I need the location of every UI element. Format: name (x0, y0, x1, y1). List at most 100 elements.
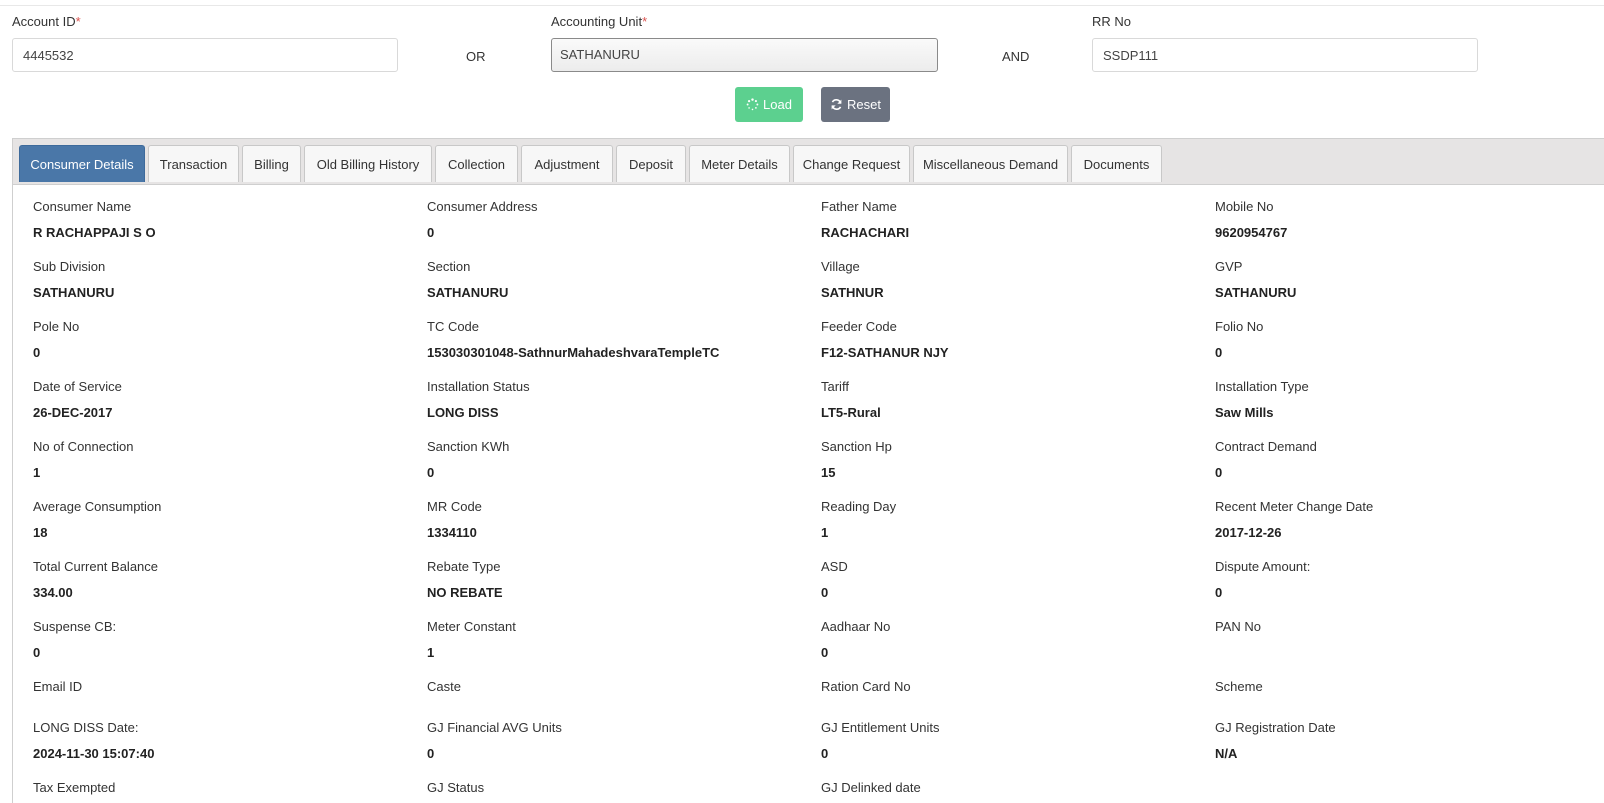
detail-value: Saw Mills (1215, 405, 1274, 420)
detail-label: Suspense CB: (33, 619, 117, 634)
or-label: OR (466, 49, 486, 64)
detail-label: Feeder Code (821, 319, 897, 334)
detail-value: 0 (1215, 585, 1223, 600)
detail-value: 0 (1215, 465, 1223, 480)
accounting-unit-select[interactable]: SATHANURU (551, 38, 938, 72)
detail-value: 1 (821, 525, 829, 540)
detail-value: 2024-11-30 15:07:40 (33, 746, 155, 761)
detail-label: Reading Day (821, 499, 897, 514)
account-id-input[interactable] (12, 38, 398, 72)
rr-no-label: RR No (1092, 14, 1132, 29)
detail-value: R RACHAPPAJI S O (33, 225, 156, 240)
tab-billing[interactable]: Billing (242, 145, 301, 182)
detail-value: 0 (427, 225, 435, 240)
detail-label: Village (821, 259, 860, 274)
detail-label: Installation Status (427, 379, 530, 394)
detail-value: SATHANURU (33, 285, 115, 300)
tab-adjustment[interactable]: Adjustment (521, 145, 613, 182)
tab-transaction[interactable]: Transaction (148, 145, 239, 182)
tab-deposit[interactable]: Deposit (616, 145, 686, 182)
detail-label: GVP (1215, 259, 1243, 274)
required-mark: * (642, 14, 648, 29)
detail-label: Mobile No (1215, 199, 1274, 214)
detail-value: 1 (33, 465, 41, 480)
tab-meter-details[interactable]: Meter Details (689, 145, 790, 182)
detail-label: MR Code (427, 499, 482, 514)
tab-label: Change Request (802, 156, 901, 172)
detail-label: Folio No (1215, 319, 1264, 334)
detail-label: Ration Card No (821, 679, 911, 694)
detail-value: F12-SATHANUR NJY (821, 345, 949, 360)
detail-label: Tax Exempted (33, 780, 116, 795)
tab-old-billing-history[interactable]: Old Billing History (304, 145, 432, 182)
detail-label: Section (427, 259, 471, 274)
detail-label: Contract Demand (1215, 439, 1317, 454)
spinner-icon (746, 98, 759, 111)
detail-label: Consumer Name (33, 199, 132, 214)
detail-value: 2017-12-26 (1215, 525, 1282, 540)
tab-label: Documents (1083, 156, 1150, 172)
detail-label: Tariff (821, 379, 849, 394)
detail-value: 0 (821, 585, 829, 600)
tab-label: Adjustment (534, 156, 600, 172)
tab-label: Consumer Details (30, 156, 134, 172)
detail-label: Recent Meter Change Date (1215, 499, 1374, 514)
detail-value: 0 (1215, 345, 1223, 360)
detail-value: SATHNUR (821, 285, 884, 300)
detail-value: 18 (33, 525, 48, 540)
detail-label: PAN No (1215, 619, 1261, 634)
detail-label: GJ Financial AVG Units (427, 720, 562, 735)
detail-label: Aadhaar No (821, 619, 891, 634)
rr-no-input[interactable] (1092, 38, 1478, 72)
tab-documents[interactable]: Documents (1071, 145, 1162, 182)
load-button[interactable]: Load (735, 87, 803, 122)
detail-label: No of Connection (33, 439, 134, 454)
detail-value: 1334110 (427, 525, 477, 540)
tab-change-request[interactable]: Change Request (793, 145, 910, 182)
detail-label: Caste (427, 679, 461, 694)
detail-value: 9620954767 (1215, 225, 1288, 240)
detail-value: 26-DEC-2017 (33, 405, 113, 420)
tab-bar: Consumer Details Transaction Billing Old… (13, 139, 1604, 185)
detail-value: 0 (427, 746, 435, 761)
detail-label: Sanction KWh (427, 439, 510, 454)
detail-label: ASD (821, 559, 848, 574)
detail-label: Pole No (33, 319, 80, 334)
tab-label: Old Billing History (316, 156, 420, 172)
tab-consumer-details[interactable]: Consumer Details (19, 145, 145, 182)
load-button-label: Load (763, 97, 792, 112)
detail-value: 334.00 (33, 585, 73, 600)
detail-label: GJ Delinked date (821, 780, 921, 795)
detail-label: Email ID (33, 679, 83, 694)
detail-value: LT5-Rural (821, 405, 881, 420)
detail-label: Scheme (1215, 679, 1263, 694)
detail-label: GJ Status (427, 780, 485, 795)
detail-label: Sanction Hp (821, 439, 892, 454)
detail-value: 0 (33, 645, 41, 660)
detail-label: Rebate Type (427, 559, 501, 574)
detail-label: Sub Division (33, 259, 106, 274)
detail-value: 0 (33, 345, 41, 360)
detail-value: RACHACHARI (821, 225, 910, 240)
detail-label: GJ Entitlement Units (821, 720, 940, 735)
detail-label: Total Current Balance (33, 559, 159, 574)
tab-label: Meter Details (701, 156, 778, 172)
detail-label: Consumer Address (427, 199, 538, 214)
detail-value: SATHANURU (1215, 285, 1297, 300)
detail-value: 15 (821, 465, 836, 480)
account-id-label-text: Account ID (12, 14, 76, 29)
and-label: AND (1002, 49, 1030, 64)
accounting-unit-label-text: Accounting Unit (551, 14, 643, 29)
accounting-unit-value: SATHANURU (560, 47, 640, 62)
detail-value: 0 (821, 746, 829, 761)
tab-label: Miscellaneous Demand (922, 156, 1059, 172)
tab-label: Deposit (628, 156, 674, 172)
details-panel: Consumer Details Transaction Billing Old… (12, 138, 1604, 803)
required-mark: * (75, 14, 81, 29)
tab-miscellaneous-demand[interactable]: Miscellaneous Demand (913, 145, 1068, 182)
reset-button[interactable]: Reset (821, 87, 890, 122)
tab-collection[interactable]: Collection (435, 145, 518, 182)
detail-value: SATHANURU (427, 285, 509, 300)
detail-value: 0 (821, 645, 829, 660)
detail-value: NO REBATE (427, 585, 503, 600)
